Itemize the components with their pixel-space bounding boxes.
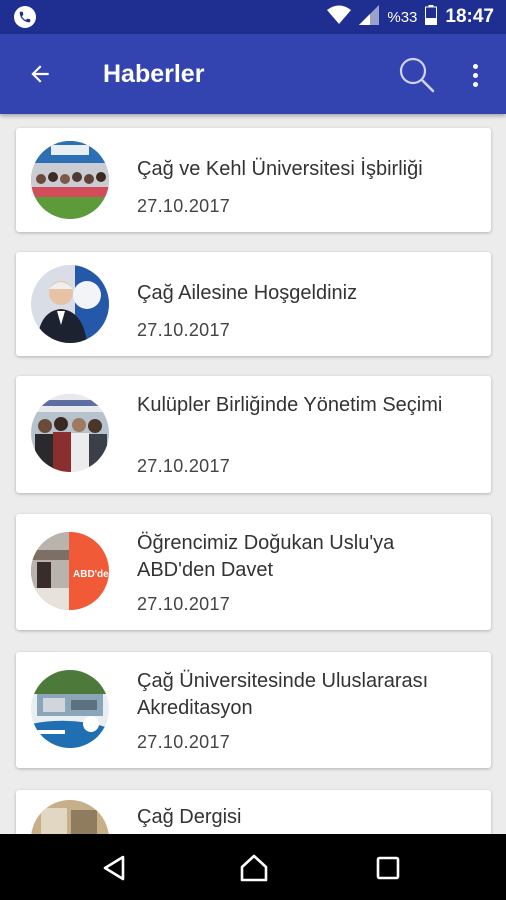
news-title: Çağ ve Kehl Üniversitesi İşbirliği xyxy=(137,158,423,180)
news-card-3[interactable]: Kulüpler Birliğinde Yönetim Seçimi 27.10… xyxy=(16,376,491,493)
app-bar: Haberler xyxy=(0,34,506,114)
recents-square-icon[interactable] xyxy=(368,848,408,888)
status-bar: %33 18:47 xyxy=(0,0,506,34)
wifi-icon xyxy=(327,5,352,30)
system-nav-bar xyxy=(0,834,506,900)
news-date: 27.10.2017 xyxy=(137,594,231,614)
news-title: Öğrencimiz Doğukan Uslu'ya ABD'den Davet xyxy=(137,532,395,581)
page-title: Haberler xyxy=(103,60,205,88)
back-triangle-icon[interactable] xyxy=(94,848,134,888)
news-title: Çağ Ailesine Hoşgeldiniz xyxy=(137,282,358,304)
clock: 18:47 xyxy=(445,6,494,27)
news-title: Çağ Dergisi xyxy=(137,806,242,828)
news-list[interactable]: Çağ ve Kehl Üniversitesi İşbirliği 27.10… xyxy=(0,114,506,834)
news-date: 27.10.2017 xyxy=(137,196,231,216)
phone-call-icon xyxy=(14,6,36,28)
news-thumbnail xyxy=(31,141,109,219)
search-icon[interactable] xyxy=(398,56,436,94)
news-thumbnail xyxy=(31,265,109,343)
thumbnail-text: ABD'den xyxy=(73,569,109,580)
news-card-2[interactable]: Çağ Ailesine Hoşgeldiniz 27.10.2017 xyxy=(16,252,491,356)
more-vert-icon[interactable] xyxy=(464,56,486,94)
news-date: 27.10.2017 xyxy=(137,732,231,752)
news-thumbnail xyxy=(31,394,109,472)
news-title: Kulüpler Birliğinde Yönetim Seçimi xyxy=(137,394,443,416)
battery-percent: %33 xyxy=(387,8,418,26)
battery-icon xyxy=(425,4,438,30)
news-thumbnail xyxy=(31,670,109,748)
news-card-6[interactable]: Çağ Dergisi xyxy=(16,790,491,834)
news-card-1[interactable]: Çağ ve Kehl Üniversitesi İşbirliği 27.10… xyxy=(16,128,491,232)
news-date: 27.10.2017 xyxy=(137,456,231,476)
home-icon[interactable] xyxy=(234,848,274,888)
news-thumbnail xyxy=(31,800,109,834)
news-thumbnail: ABD'den xyxy=(31,532,109,610)
news-card-5[interactable]: Çağ Üniversitesinde Uluslararası Akredit… xyxy=(16,652,491,768)
news-card-4[interactable]: ABD'den Öğrencimiz Doğukan Uslu'ya ABD'd… xyxy=(16,514,491,630)
signal-icon xyxy=(359,4,380,30)
back-arrow-icon[interactable] xyxy=(24,58,56,90)
news-title: Çağ Üniversitesinde Uluslararası Akredit… xyxy=(137,670,429,719)
news-date: 27.10.2017 xyxy=(137,320,231,340)
